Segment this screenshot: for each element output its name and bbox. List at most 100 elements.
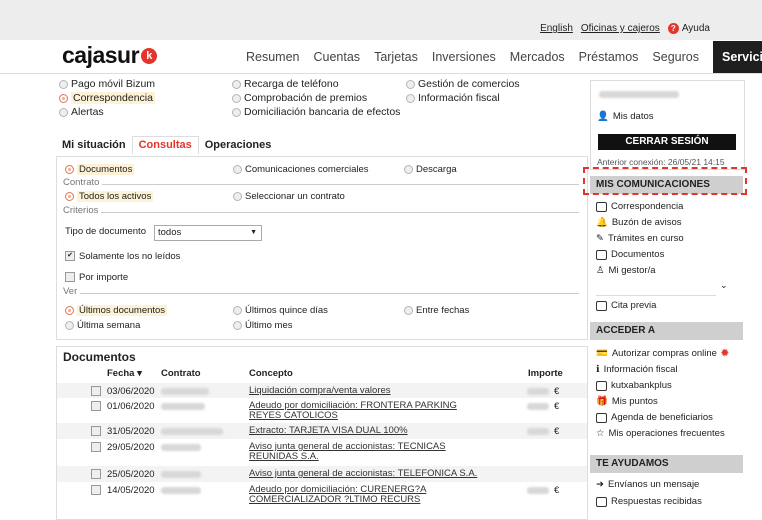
tab-consultas[interactable]: Consultas [131,136,199,154]
radio-selected[interactable] [59,93,68,103]
radio[interactable] [232,107,241,117]
offices-link[interactable]: Oficinas y cajeros [581,23,660,34]
radio[interactable] [404,305,413,315]
doc-type-label: Tipo de documento [65,226,146,237]
view-last-month[interactable]: Último mes [233,320,293,331]
nav-cuentas[interactable]: Cuentas [314,50,361,64]
row-amount [527,428,549,435]
radio[interactable] [232,79,241,89]
row-checkbox[interactable] [91,401,101,411]
envelope-icon [596,201,607,212]
row-concept[interactable]: Extracto: TARJETA VISA DUAL 100% [249,426,479,436]
radio[interactable] [406,93,415,103]
service-alertas[interactable]: Alertas [59,106,104,118]
nav-mercados[interactable]: Mercados [510,50,565,64]
radio[interactable] [233,320,242,330]
filter-descarga[interactable]: Descarga [404,164,457,175]
radio[interactable] [233,164,242,174]
my-data-link[interactable]: 👤 Mis datos [597,111,654,122]
radio[interactable] [233,305,242,315]
by-amount-checkbox[interactable]: Por importe [65,272,128,283]
main-navbar: cajasur k Resumen Cuentas Tarjetas Invers… [0,40,762,74]
nav-prestamos[interactable]: Préstamos [579,50,639,64]
divider [596,295,716,296]
row-checkbox[interactable] [91,469,101,479]
radio-selected[interactable] [65,164,74,174]
access-agenda[interactable]: Agenda de beneficiarios [596,412,713,423]
row-contract [161,403,205,410]
view-last-docs[interactable]: Últimos documentos [65,305,168,316]
row-checkbox[interactable] [91,442,101,452]
comms-cita-previa[interactable]: Cita previa [596,300,656,311]
service-correspondencia[interactable]: Correspondencia [59,92,155,104]
nav-servicios[interactable]: Servicios [712,40,762,73]
radio[interactable] [59,79,68,89]
checkbox-checked[interactable]: ✔ [65,251,75,262]
chevron-down-icon[interactable]: ⌄ [720,280,728,291]
access-kutxabankplus[interactable]: kutxabankplus [596,380,672,391]
row-concept[interactable]: Adeudo por domiciliación: FRONTERA PARKI… [249,401,485,421]
tab-mi-situacion[interactable]: Mi situación [56,139,132,154]
comms-documentos[interactable]: Documentos [596,249,664,260]
logout-button[interactable]: CERRAR SESIÓN [598,134,736,150]
help-responses[interactable]: Respuestas recibidas [596,496,702,507]
view-last-week[interactable]: Última semana [65,320,140,331]
logo-text: cajasur [62,42,140,68]
contract-all[interactable]: Todos los activos [65,191,154,202]
link-label: Mi gestor/a [608,265,656,276]
row-concept[interactable]: Aviso junta general de accionistas: TECN… [249,442,485,462]
help-send-message[interactable]: ➜ Envíanos un mensaje [596,479,699,490]
radio[interactable] [59,107,68,117]
view-fifteen-days[interactable]: Últimos quince días [233,305,328,316]
access-frecuentes[interactable]: ☆ Mis operaciones frecuentes [596,428,725,439]
nav-resumen[interactable]: Resumen [246,50,300,64]
radio[interactable] [233,191,242,201]
link-label: Envíanos un mensaje [607,479,700,490]
comms-correspondencia[interactable]: Correspondencia [596,201,683,212]
checkbox[interactable] [65,272,75,283]
access-puntos[interactable]: 🎁 Mis puntos [596,396,658,407]
doc-type-select[interactable]: todos ▼ [154,225,262,241]
tab-operaciones[interactable]: Operaciones [199,139,278,154]
radio-selected[interactable] [65,191,74,201]
contact-book-icon [596,412,607,423]
filter-comunicaciones[interactable]: Comunicaciones comerciales [233,164,369,175]
comms-gestor[interactable]: ♙ Mi gestor/a [596,265,656,276]
radio[interactable] [65,320,74,330]
row-checkbox[interactable] [91,386,101,396]
comms-buzon[interactable]: 🔔 Buzón de avisos [596,217,682,228]
service-domiciliacion[interactable]: Domiciliación bancaria de efectos [232,106,400,118]
documents-table: Documentos Fecha ▾ Contrato Concepto Imp… [56,346,588,520]
radio[interactable] [406,79,415,89]
row-concept[interactable]: Liquidación compra/venta valores [249,386,479,396]
nav-inversiones[interactable]: Inversiones [432,50,496,64]
service-bizum[interactable]: Pago móvil Bizum [59,78,155,90]
radio[interactable] [404,164,413,174]
view-between-dates[interactable]: Entre fechas [404,305,469,316]
logo[interactable]: cajasur k [62,42,158,69]
service-premios[interactable]: Comprobación de premios [232,92,367,104]
unread-only-checkbox[interactable]: ✔ Solamente los no leídos [65,251,180,262]
row-checkbox[interactable] [91,426,101,436]
access-autorizar[interactable]: 💳 Autorizar compras online ✹ [596,348,729,359]
col-fecha[interactable]: Fecha ▾ [107,368,142,379]
radio-selected[interactable] [65,305,74,315]
service-fiscal[interactable]: Información fiscal [406,92,500,104]
service-recarga[interactable]: Recarga de teléfono [232,78,339,90]
nav-seguros[interactable]: Seguros [652,50,699,64]
radio[interactable] [232,93,241,103]
row-checkbox[interactable] [91,485,101,495]
access-fiscal[interactable]: ℹ Información fiscal [596,364,678,375]
new-badge-icon: ✹ [720,348,729,359]
comms-tramites[interactable]: ✎ Trámites en curso [596,233,684,244]
nav-tarjetas[interactable]: Tarjetas [374,50,418,64]
row-concept[interactable]: Aviso junta general de accionistas: TELE… [249,469,485,479]
row-concept[interactable]: Adeudo por domiciliación: CURENERG?A COM… [249,485,485,505]
contract-select[interactable]: Seleccionar un contrato [233,191,345,202]
english-link[interactable]: English [540,23,573,34]
table-row: 25/05/2020 Aviso junta general de accion… [57,466,587,482]
row-currency: € [554,401,560,412]
service-comercios[interactable]: Gestión de comercios [406,78,520,90]
filter-documentos[interactable]: Documentos [65,164,135,175]
help-link[interactable]: ? Ayuda [667,23,710,34]
